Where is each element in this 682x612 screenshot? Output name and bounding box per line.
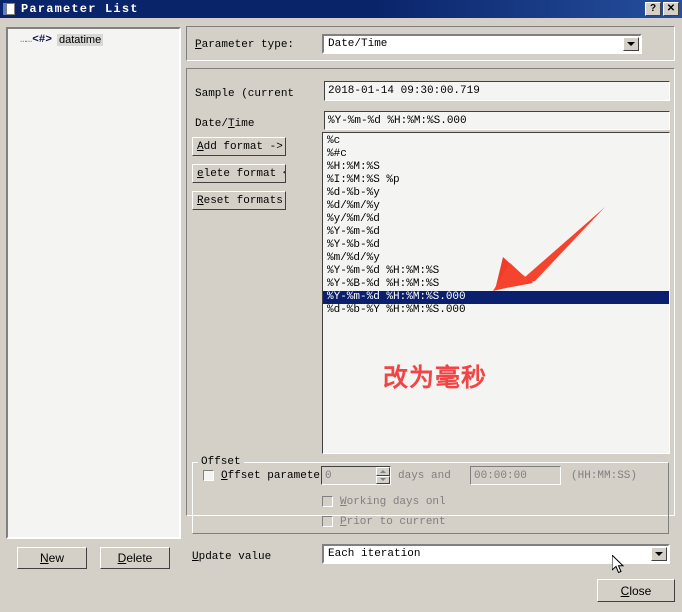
format-list-item[interactable]: %Y-%m-%d %H:%M:%S xyxy=(323,265,669,278)
delete-button-label: elete xyxy=(126,551,153,565)
format-list-box[interactable]: %c %#c %H:%M:%S %I:%M:%S %p %d-%b-%y %d/%m/%y… xyxy=(322,132,670,454)
time-format-hint: (HH:MM:SS) xyxy=(571,470,638,482)
close-button-accel: C xyxy=(620,583,630,598)
format-list-item[interactable]: %Y-%m-%d xyxy=(323,226,669,239)
parameter-marker-icon: <#> xyxy=(32,34,53,46)
document-icon xyxy=(3,2,17,16)
stepper-up-icon[interactable] xyxy=(376,467,390,476)
working-days-checkbox[interactable] xyxy=(322,496,333,507)
help-button[interactable]: ? xyxy=(645,2,661,16)
add-format-button[interactable]: Add format -> xyxy=(192,137,286,156)
format-list-item[interactable]: %y/%m/%d xyxy=(323,213,669,226)
format-list-item[interactable]: %H:%M:%S xyxy=(323,161,669,174)
title-bar-buttons: ? ✕ xyxy=(645,2,679,16)
chevron-down-icon[interactable] xyxy=(623,37,639,51)
datetime-format-label: Date/Time xyxy=(195,118,255,130)
chevron-down-icon[interactable] xyxy=(651,547,667,561)
prior-to-current-label: Prior to current xyxy=(340,516,446,528)
offset-group-label: Offset xyxy=(198,456,244,468)
title-bar: Parameter List ? ✕ xyxy=(0,0,682,18)
update-value-selected: Each iteration xyxy=(328,548,421,560)
sample-label: Sample (current xyxy=(195,88,295,100)
new-button[interactable]: New xyxy=(17,547,87,569)
offset-days-stepper[interactable]: 0 xyxy=(321,466,391,485)
tree-item-datatime[interactable]: …… <#> datatime xyxy=(20,33,179,47)
format-list-item[interactable]: %Y-%m-%d %H:%M:%S.000 xyxy=(323,291,669,304)
parameter-list-dialog: Parameter List ? ✕ …… <#> datatime New D… xyxy=(0,0,682,612)
close-window-button[interactable]: ✕ xyxy=(663,2,679,16)
reset-formats-button[interactable]: Reset formats xyxy=(192,191,286,210)
new-button-accel: N xyxy=(39,551,49,565)
format-list-item[interactable]: %d-%b-%y xyxy=(323,187,669,200)
right-panel: Parameter type: Date/Time Sample (curren… xyxy=(186,26,676,566)
format-list-item[interactable]: %#c xyxy=(323,148,669,161)
update-value-combo[interactable]: Each iteration xyxy=(322,544,670,564)
format-list-item[interactable]: %I:%M:%S %p xyxy=(323,174,669,187)
prior-to-current-checkbox[interactable] xyxy=(322,516,333,527)
format-list-item[interactable]: %c xyxy=(323,135,669,148)
close-button[interactable]: Close xyxy=(597,579,675,602)
days-and-label: days and xyxy=(398,470,451,482)
format-list-item[interactable]: %Y-%B-%d %H:%M:%S xyxy=(323,278,669,291)
datetime-format-field[interactable]: %Y-%m-%d %H:%M:%S.000 xyxy=(324,111,670,130)
stepper-down-icon[interactable] xyxy=(376,475,390,484)
tree-indent-dots: …… xyxy=(20,34,32,46)
offset-time-field[interactable]: 00:00:00 xyxy=(470,466,561,485)
sample-value-field: 2018-01-14 09:30:00.719 xyxy=(324,81,670,101)
delete-format-button[interactable]: e lete format < xyxy=(192,164,286,183)
format-list-item[interactable]: %d/%m/%y xyxy=(323,200,669,213)
parameter-tree[interactable]: …… <#> datatime xyxy=(6,27,181,539)
delete-button[interactable]: Delete xyxy=(100,547,170,569)
tree-item-label: datatime xyxy=(57,34,104,46)
offset-parameter-checkbox[interactable] xyxy=(203,470,214,481)
window-title: Parameter List xyxy=(21,2,139,16)
annotation-text: 改为毫秒 xyxy=(383,363,488,392)
offset-days-value: 0 xyxy=(325,469,332,482)
update-value-label: Update value xyxy=(192,551,272,563)
format-list-item[interactable]: %d-%b-%Y %H:%M:%S.000 xyxy=(323,304,669,317)
close-button-label: lose xyxy=(629,583,652,598)
parameter-type-label: Parameter type: xyxy=(195,39,295,51)
new-button-label: ew xyxy=(48,551,64,565)
delete-button-accel: D xyxy=(117,551,127,565)
format-list-item[interactable]: %m/%d/%y xyxy=(323,252,669,265)
working-days-label: Working days onl xyxy=(340,496,446,508)
format-list-item[interactable]: %Y-%b-%d xyxy=(323,239,669,252)
offset-parameter-label: Offset parameter xyxy=(221,470,327,482)
parameter-type-value: Date/Time xyxy=(328,38,388,50)
stepper-buttons[interactable] xyxy=(376,467,390,484)
parameter-type-combo[interactable]: Date/Time xyxy=(322,34,642,54)
